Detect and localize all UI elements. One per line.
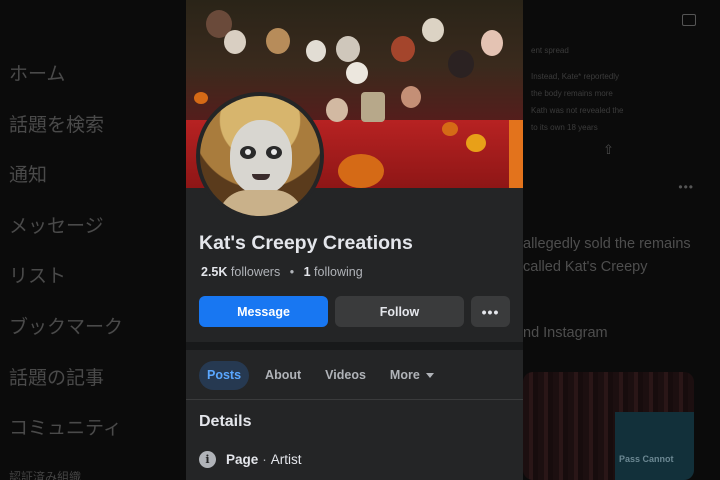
bg-tiny-text: Kath was not revealed the [531, 106, 624, 115]
follow-stats: 2.5K followers • 1 following [201, 265, 363, 279]
bg-nav-item-messages: メッセージ [9, 215, 104, 237]
cover-pumpkin [338, 154, 384, 188]
more-icon: ••• [678, 180, 694, 194]
details-heading: Details [199, 413, 252, 430]
doll-mouth [252, 174, 270, 180]
cover-frame [361, 92, 385, 122]
following-label[interactable]: following [314, 265, 363, 279]
bg-tiny-text: ent spread [531, 46, 569, 55]
cover-doll [336, 36, 360, 62]
cover-doll [401, 86, 421, 108]
bg-nav-item-verified-orgs: 認証済み組織 [9, 470, 82, 480]
tab-posts[interactable]: Posts [199, 360, 250, 390]
category-label: Page [226, 452, 259, 467]
cover-pumpkin [466, 134, 486, 152]
bg-tiny-text: the body remains more [531, 89, 613, 98]
section-divider [186, 342, 523, 350]
cover-pumpkin [442, 122, 458, 136]
profile-image [200, 96, 320, 216]
tab-more-label: More [389, 367, 420, 382]
bg-thumb-text: Pass Cannot [619, 454, 674, 464]
followers-label[interactable]: followers [231, 265, 280, 279]
follow-button[interactable]: Follow [335, 296, 464, 327]
doll-face [230, 120, 292, 194]
doll-eye [266, 146, 282, 159]
page-tabs: Posts About Videos More [199, 360, 450, 390]
tab-videos[interactable]: Videos [317, 361, 374, 390]
bg-nav-item-bookmarks: ブックマーク [9, 316, 124, 338]
profile-picture[interactable] [196, 92, 324, 220]
article-icon [682, 14, 696, 26]
background-right-column: ent spread Instead, Kate* reportedly the… [523, 0, 720, 480]
share-icon: ⇧ [603, 142, 614, 157]
cover-doll [346, 62, 368, 84]
facebook-page-card: Kat's Creepy Creations 2.5K followers • … [186, 0, 523, 480]
detail-category-row: i Page · Artist [199, 451, 302, 468]
background-nav: ホーム 話題を検索 通知 メッセージ リスト ブックマーク 話題の記事 コミュニ… [0, 50, 186, 455]
following-count[interactable]: 1 [304, 265, 311, 279]
bg-nav-item-notifications: 通知 [9, 165, 48, 187]
bg-post-text: called Kat's Creepy [523, 259, 648, 275]
tab-about[interactable]: About [257, 361, 309, 390]
cover-pumpkin [194, 92, 208, 104]
cover-doll [422, 18, 444, 42]
message-button[interactable]: Message [199, 296, 328, 327]
cover-orange-edge [509, 120, 523, 188]
bg-nav-item-articles: 話題の記事 [9, 367, 105, 389]
bg-thumb-box [615, 412, 694, 480]
cover-doll [481, 30, 503, 56]
caret-down-icon [425, 372, 434, 378]
stats-separator: • [289, 265, 295, 279]
cover-doll [391, 36, 415, 62]
more-options-button[interactable]: ••• [471, 296, 510, 327]
category-value: Artist [270, 452, 302, 467]
category-separator: · [262, 452, 267, 467]
bg-post-image: Pass Cannot [523, 372, 694, 480]
cover-doll [224, 30, 246, 54]
cover-doll [306, 40, 326, 62]
cover-doll [266, 28, 290, 54]
page-name: Kat's Creepy Creations [199, 232, 413, 254]
tabs-divider [186, 399, 523, 400]
bg-tiny-text: to its own 18 years [531, 123, 598, 132]
doll-eye [240, 146, 256, 159]
cover-doll [326, 98, 348, 122]
cover-doll [448, 50, 474, 78]
bg-nav-item-communities: コミュニティ [9, 418, 122, 440]
bg-nav-item-home: ホーム [9, 64, 66, 85]
bg-post-text: nd Instagram [523, 325, 608, 341]
bg-tiny-text: Instead, Kate* reportedly [531, 72, 620, 81]
bg-nav-item-explore: 話題を検索 [9, 114, 105, 136]
info-icon: i [199, 451, 216, 468]
followers-count[interactable]: 2.5K [201, 265, 227, 279]
doll-dress [218, 190, 304, 216]
bg-nav-item-lists: リスト [9, 266, 67, 288]
tab-more[interactable]: More [382, 361, 442, 390]
bg-post-text: allegedly sold the remains [523, 236, 691, 252]
